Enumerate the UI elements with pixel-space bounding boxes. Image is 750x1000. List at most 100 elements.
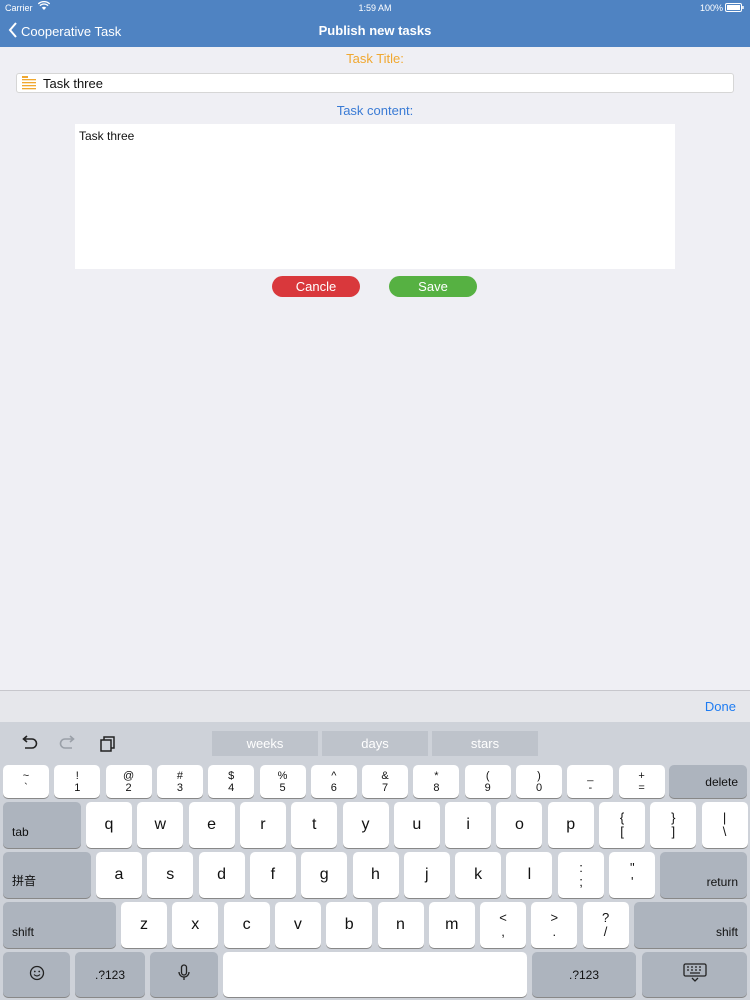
key-symbol-a0[interactable]: :; xyxy=(558,852,604,898)
key-symbol-z1[interactable]: >. xyxy=(531,902,578,948)
key-bottom-char: 3 xyxy=(176,781,183,794)
key-n[interactable]: n xyxy=(377,902,424,948)
tab-key[interactable]: tab xyxy=(3,802,81,848)
key-symbol-0[interactable]: {[ xyxy=(599,802,645,848)
key-d[interactable]: d xyxy=(198,852,245,898)
delete-key[interactable]: delete xyxy=(669,765,747,798)
shift-key-right[interactable]: shift xyxy=(634,902,747,948)
numbers-mode-key-left[interactable]: .?123 xyxy=(75,952,145,997)
keyboard: weeks days stars ~ `! 1 @2 #3 $4% 5 ^ 6 & 7 * 8(9) 0 _… xyxy=(0,722,750,1000)
key-=[interactable]: + = xyxy=(618,765,665,798)
key-`[interactable]: ~ ` xyxy=(3,765,49,798)
key-x[interactable]: x xyxy=(172,902,219,948)
cancel-button[interactable]: Cancle xyxy=(272,276,360,297)
key-8[interactable]: * 8 xyxy=(413,765,460,798)
key-top-char: ( xyxy=(485,769,490,782)
key-label: h xyxy=(371,866,380,883)
key-a[interactable]: a xyxy=(96,852,142,898)
task-content-textarea[interactable]: Task three xyxy=(75,124,675,269)
key-q[interactable]: q xyxy=(86,802,132,848)
task-title-input[interactable]: Task three xyxy=(16,73,734,93)
key-p[interactable]: p xyxy=(547,802,594,848)
key-i[interactable]: i xyxy=(445,802,492,848)
key-h[interactable]: h xyxy=(352,852,399,898)
battery-icon xyxy=(725,3,744,14)
key-o[interactable]: o xyxy=(496,802,543,848)
key-c[interactable]: c xyxy=(223,902,270,948)
key-v[interactable]: v xyxy=(274,902,321,948)
space-bar[interactable] xyxy=(223,952,527,997)
key-b[interactable]: b xyxy=(326,902,373,948)
key-label: l xyxy=(527,866,532,883)
emoji-key[interactable] xyxy=(3,952,70,997)
key-symbol-2[interactable]: | \ xyxy=(701,802,748,848)
key-label: r xyxy=(260,816,266,833)
key-l[interactable]: l xyxy=(506,852,553,898)
keyboard-hide-icon xyxy=(682,963,707,986)
return-key[interactable]: return xyxy=(660,852,747,898)
key-j[interactable]: j xyxy=(403,852,450,898)
key-u[interactable]: u xyxy=(393,802,440,848)
key-label: u xyxy=(412,816,422,833)
key--[interactable]: _ - xyxy=(567,765,614,798)
key-symbol-z0[interactable]: <, xyxy=(480,902,526,948)
key-k[interactable]: k xyxy=(455,852,502,898)
key-top-char: $ xyxy=(228,769,235,782)
paste-icon[interactable] xyxy=(98,734,118,754)
key-1[interactable]: ! 1 xyxy=(54,765,101,798)
key-6[interactable]: ^ 6 xyxy=(310,765,357,798)
key-2[interactable]: @2 xyxy=(105,765,152,798)
key-bottom-char: , xyxy=(501,924,505,939)
navigation-bar: Cooperative Task Publish new tasks xyxy=(0,15,750,47)
key-t[interactable]: t xyxy=(291,802,338,848)
redo-icon[interactable] xyxy=(58,734,78,754)
key-label: k xyxy=(474,866,483,883)
key-top-char: | xyxy=(722,810,727,825)
key-g[interactable]: g xyxy=(301,852,348,898)
task-title-label: Task Title: xyxy=(346,51,404,66)
numbers-mode-key-right[interactable]: .?123 xyxy=(532,952,636,997)
key-e[interactable]: e xyxy=(188,802,235,848)
key-symbol-a1[interactable]: " ' xyxy=(609,852,656,898)
undo-icon[interactable] xyxy=(19,734,39,754)
pinyin-key[interactable]: 拼音 xyxy=(3,852,91,898)
key-z[interactable]: z xyxy=(121,902,167,948)
key-top-char: + xyxy=(638,769,645,782)
save-button[interactable]: Save xyxy=(389,276,477,297)
status-bar: Carrier 1:59 AM 100% xyxy=(0,0,750,15)
key-7[interactable]: & 7 xyxy=(362,765,409,798)
key-m[interactable]: m xyxy=(428,902,475,948)
suggestion-2[interactable]: days xyxy=(322,731,428,756)
suggestion-3[interactable]: stars xyxy=(432,731,538,756)
shift-key-left[interactable]: shift xyxy=(3,902,116,948)
key-bottom-char: / xyxy=(603,924,608,939)
key-symbol-z2[interactable]: ? / xyxy=(582,902,629,948)
key-label: e xyxy=(207,816,217,833)
key-symbol-1[interactable]: }] xyxy=(650,802,697,848)
tab-key-label: tab xyxy=(12,825,29,839)
key-f[interactable]: f xyxy=(249,852,296,898)
suggestion-1[interactable]: weeks xyxy=(212,731,318,756)
key-bottom-char: 7 xyxy=(382,781,389,794)
key-4[interactable]: $4 xyxy=(208,765,255,798)
key-top-char: } xyxy=(671,810,676,825)
key-label: n xyxy=(396,916,405,933)
done-button[interactable]: Done xyxy=(705,691,736,723)
key-top-char: # xyxy=(176,769,183,782)
key-s[interactable]: s xyxy=(147,852,194,898)
key-y[interactable]: y xyxy=(342,802,389,848)
key-0[interactable]: ) 0 xyxy=(516,765,562,798)
key-top-char: _ xyxy=(587,769,594,782)
key-label: b xyxy=(344,916,354,933)
key-9[interactable]: (9 xyxy=(464,765,511,798)
key-3[interactable]: #3 xyxy=(156,765,203,798)
key-r[interactable]: r xyxy=(239,802,286,848)
task-content-label: Task content: xyxy=(336,103,414,118)
key-5[interactable]: % 5 xyxy=(259,765,306,798)
key-w[interactable]: w xyxy=(137,802,184,848)
key-label: x xyxy=(191,916,200,933)
key-bottom-char: 8 xyxy=(433,781,440,794)
hide-keyboard-key[interactable] xyxy=(642,952,747,997)
key-top-char: ) xyxy=(537,769,541,782)
dictation-key[interactable] xyxy=(150,952,218,997)
